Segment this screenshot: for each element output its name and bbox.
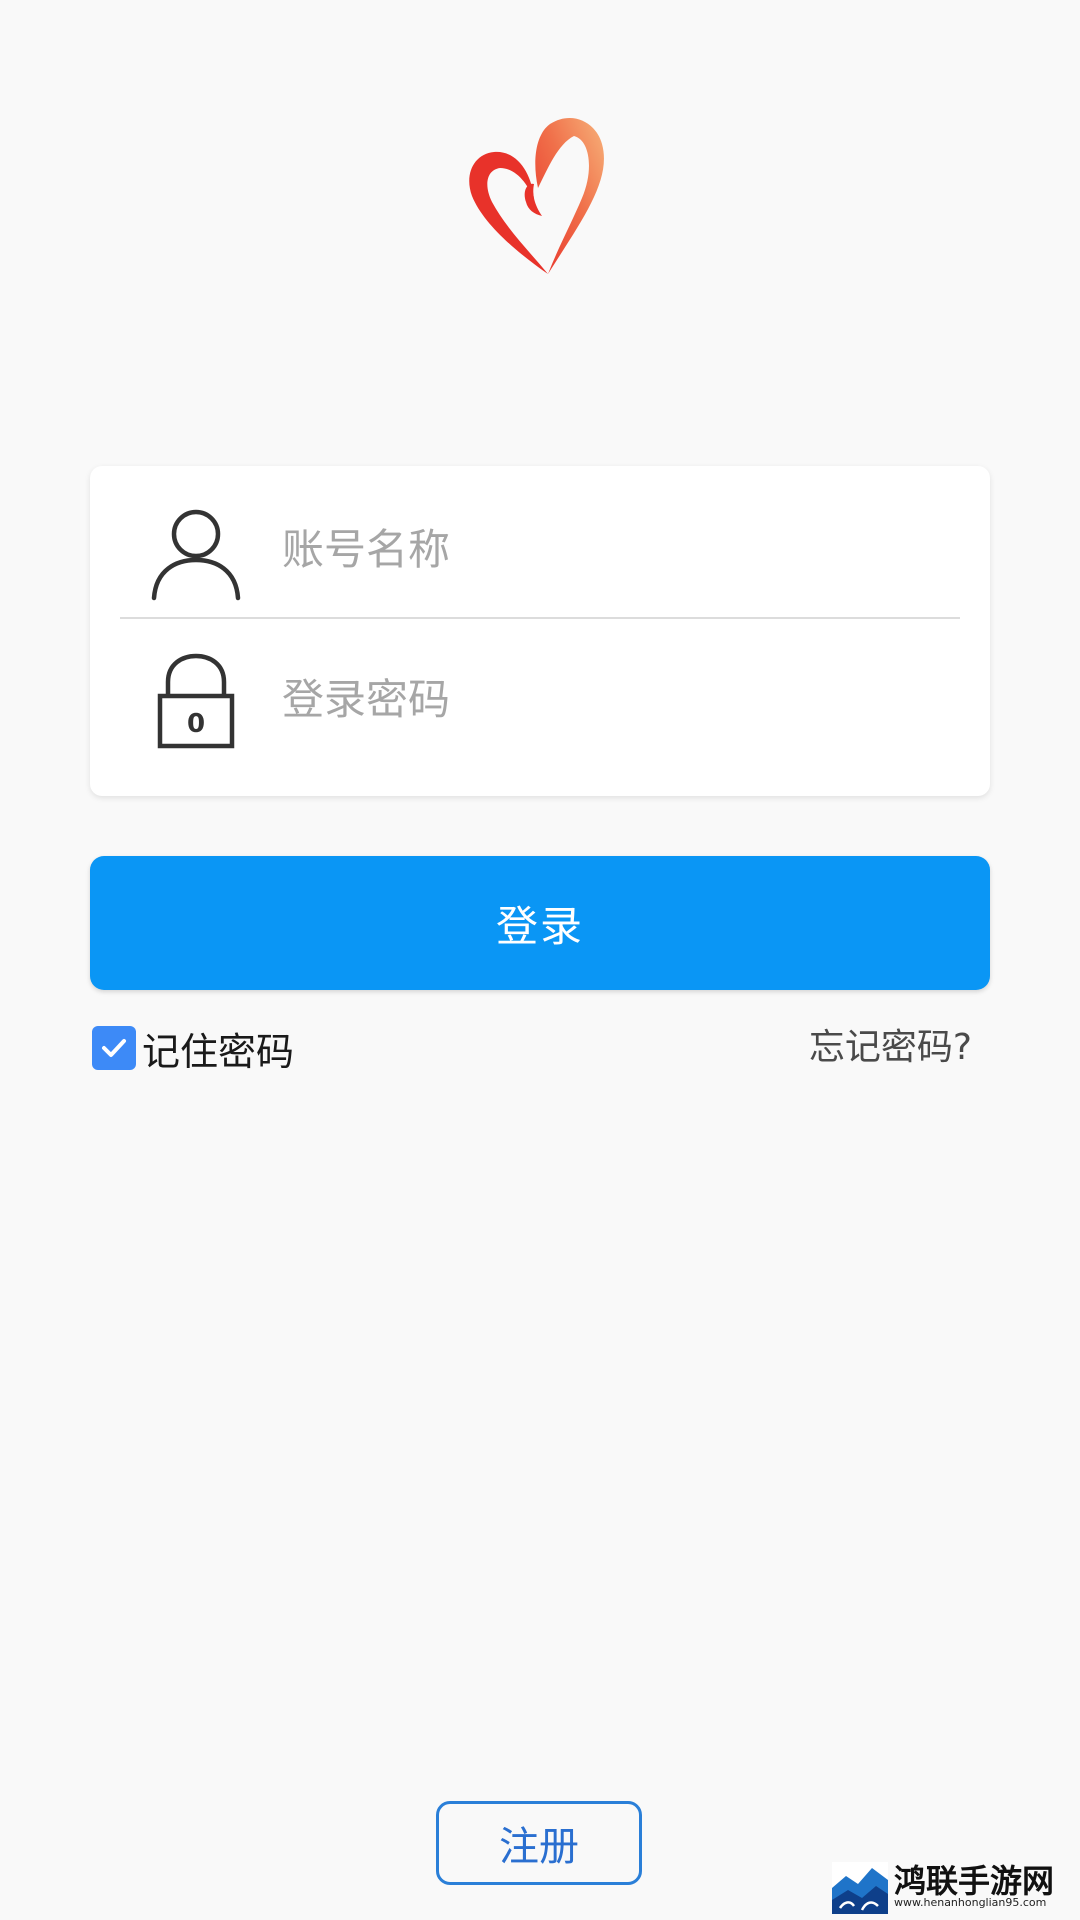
login-button[interactable]: 登录 [90, 856, 990, 990]
login-form-card: 0 [90, 466, 990, 796]
remember-label: 记住密码 [142, 1029, 295, 1074]
password-row: 0 [90, 624, 990, 774]
checkmark-icon [102, 1039, 126, 1057]
lock-digit: 0 [187, 709, 205, 739]
site-watermark: 鸿联手游网 www.henanhonglian95.com [832, 1856, 1072, 1916]
remember-checkbox[interactable] [92, 1026, 136, 1070]
user-icon [146, 502, 246, 602]
field-divider [120, 617, 960, 619]
username-input[interactable] [282, 514, 922, 584]
watermark-url: www.henanhonglian95.com [894, 1896, 1047, 1909]
register-button[interactable]: 注册 [436, 1801, 642, 1885]
remember-password-toggle[interactable]: 记住密码 [92, 1024, 294, 1074]
heart-logo-icon [462, 110, 618, 280]
watermark-logo-icon [832, 1862, 888, 1914]
forgot-password-link[interactable]: 忘记密码? [809, 1022, 972, 1074]
password-input[interactable] [282, 664, 922, 734]
username-row [90, 474, 990, 624]
lock-icon: 0 [146, 652, 246, 752]
